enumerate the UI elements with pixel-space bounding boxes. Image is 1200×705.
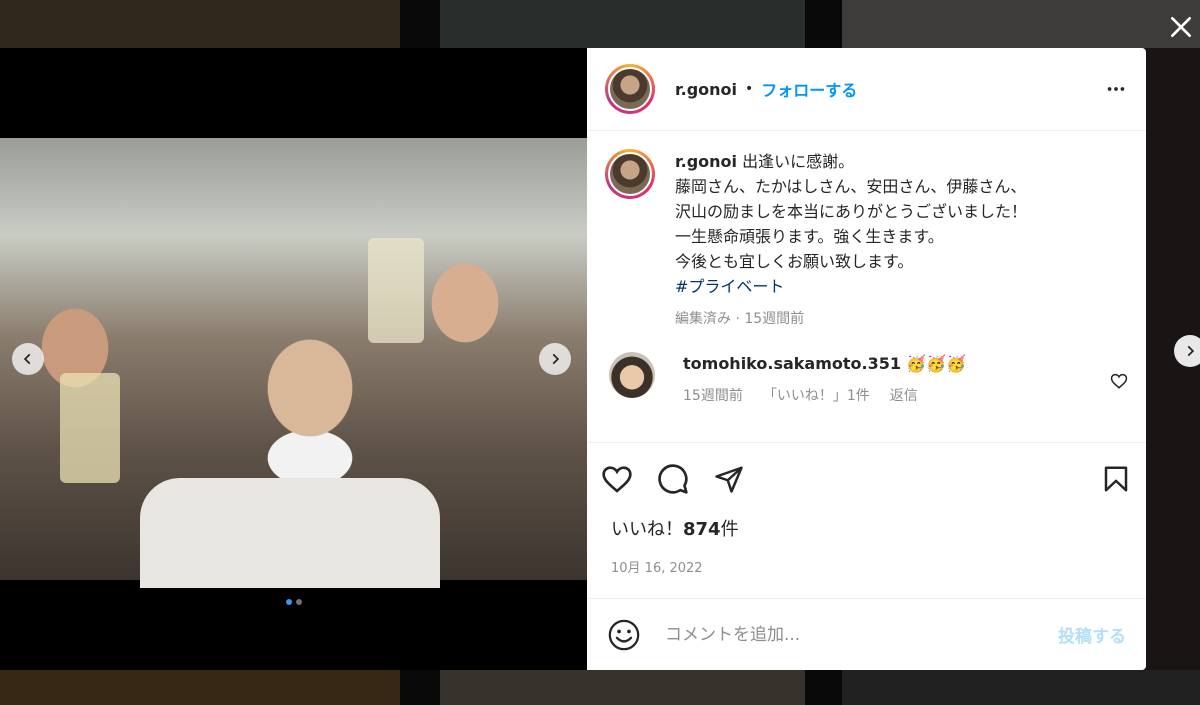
post-media (0, 48, 587, 670)
carousel-next-button[interactable] (539, 343, 571, 375)
comment-likes[interactable]: 「いいね！」1件 (763, 385, 870, 405)
bookmark-icon (1104, 466, 1128, 492)
photo-detail (368, 238, 424, 343)
separator: • (745, 81, 754, 97)
hashtag-link[interactable]: #プライベート (675, 274, 1027, 299)
caption-line: 沢山の励ましを本当にありがとうございました！ (675, 202, 1028, 221)
avatar[interactable] (605, 64, 655, 114)
comment-heart-icon[interactable] (1110, 372, 1128, 390)
caption-text: r.gonoi 出逢いに感謝。 藤岡さん、たかはしさん、安田さん、伊藤さん、 沢… (675, 149, 1027, 332)
post-header: r.gonoi • フォローする (587, 48, 1146, 131)
avatar[interactable] (605, 149, 655, 199)
next-post-button[interactable] (1174, 335, 1200, 367)
comment-body: tomohiko.sakamoto.351 🥳🥳🥳 15週間前 「いいね！」1件… (683, 354, 966, 405)
chevron-right-icon (1187, 345, 1195, 357)
likes-suffix: 件 (720, 519, 739, 540)
photo-detail (140, 478, 440, 588)
carousel-indicator (286, 599, 302, 605)
comments-section: r.gonoi 出逢いに感謝。 藤岡さん、たかはしさん、安田さん、伊藤さん、 沢… (587, 131, 1146, 443)
close-icon (1170, 16, 1192, 38)
like-count[interactable]: いいね！874件 (587, 515, 1146, 541)
likes-number: 874 (683, 519, 721, 540)
save-button[interactable] (1098, 461, 1134, 497)
more-options-button[interactable] (1104, 77, 1128, 101)
add-comment-bar: 投稿する (587, 598, 1146, 670)
like-button[interactable] (599, 461, 635, 497)
likes-prefix: いいね！ (611, 519, 683, 540)
caption-line: 一生懸命頑張ります。強く生きます。 (675, 227, 944, 246)
carousel-prev-button[interactable] (12, 343, 44, 375)
caption-line: 今後とも宜しくお願い致します。 (675, 252, 914, 271)
username[interactable]: r.gonoi (675, 80, 737, 99)
share-button[interactable] (711, 461, 747, 497)
caption-line: 出逢いに感謝。 (742, 152, 855, 171)
chevron-right-icon (552, 353, 560, 365)
reply-button[interactable]: 返信 (890, 385, 918, 405)
caption: r.gonoi 出逢いに感謝。 藤岡さん、たかはしさん、安田さん、伊藤さん、 沢… (587, 149, 1146, 332)
comment-button[interactable] (655, 461, 691, 497)
caption-line: 藤岡さん、たかはしさん、安田さん、伊藤さん、 (675, 177, 1027, 196)
action-bar (587, 443, 1146, 515)
follow-button[interactable]: フォローする (761, 77, 857, 101)
comment-username[interactable]: tomohiko.sakamoto.351 (683, 354, 901, 373)
comment-icon (658, 464, 688, 494)
carousel-dot (296, 599, 302, 605)
comment-time[interactable]: 15週間前 (683, 385, 743, 405)
caption-username[interactable]: r.gonoi (675, 152, 737, 171)
comment-text: 🥳🥳🥳 (906, 354, 966, 373)
post-date[interactable]: 10月 16, 2022 (587, 557, 1146, 576)
post-panel: r.gonoi • フォローする r.gonoi 出逢いに感謝。 藤岡さん、たか… (587, 48, 1146, 670)
more-icon (1107, 87, 1125, 91)
comment-item: tomohiko.sakamoto.351 🥳🥳🥳 15週間前 「いいね！」1件… (587, 352, 1146, 405)
emoji-icon[interactable] (607, 618, 641, 652)
comment-meta: 15週間前 「いいね！」1件 返信 (683, 385, 966, 405)
photo-detail (60, 373, 120, 483)
caption-meta: 編集済み · 15週間前 (675, 311, 805, 327)
close-button[interactable] (1168, 14, 1194, 40)
chevron-left-icon (23, 353, 31, 365)
heart-icon (602, 466, 632, 493)
post-comment-button[interactable]: 投稿する (1058, 622, 1126, 647)
carousel-dot (286, 599, 292, 605)
avatar[interactable] (609, 352, 655, 398)
post-photo[interactable] (0, 138, 587, 588)
share-icon (715, 466, 743, 493)
comment-input[interactable] (663, 623, 1058, 646)
